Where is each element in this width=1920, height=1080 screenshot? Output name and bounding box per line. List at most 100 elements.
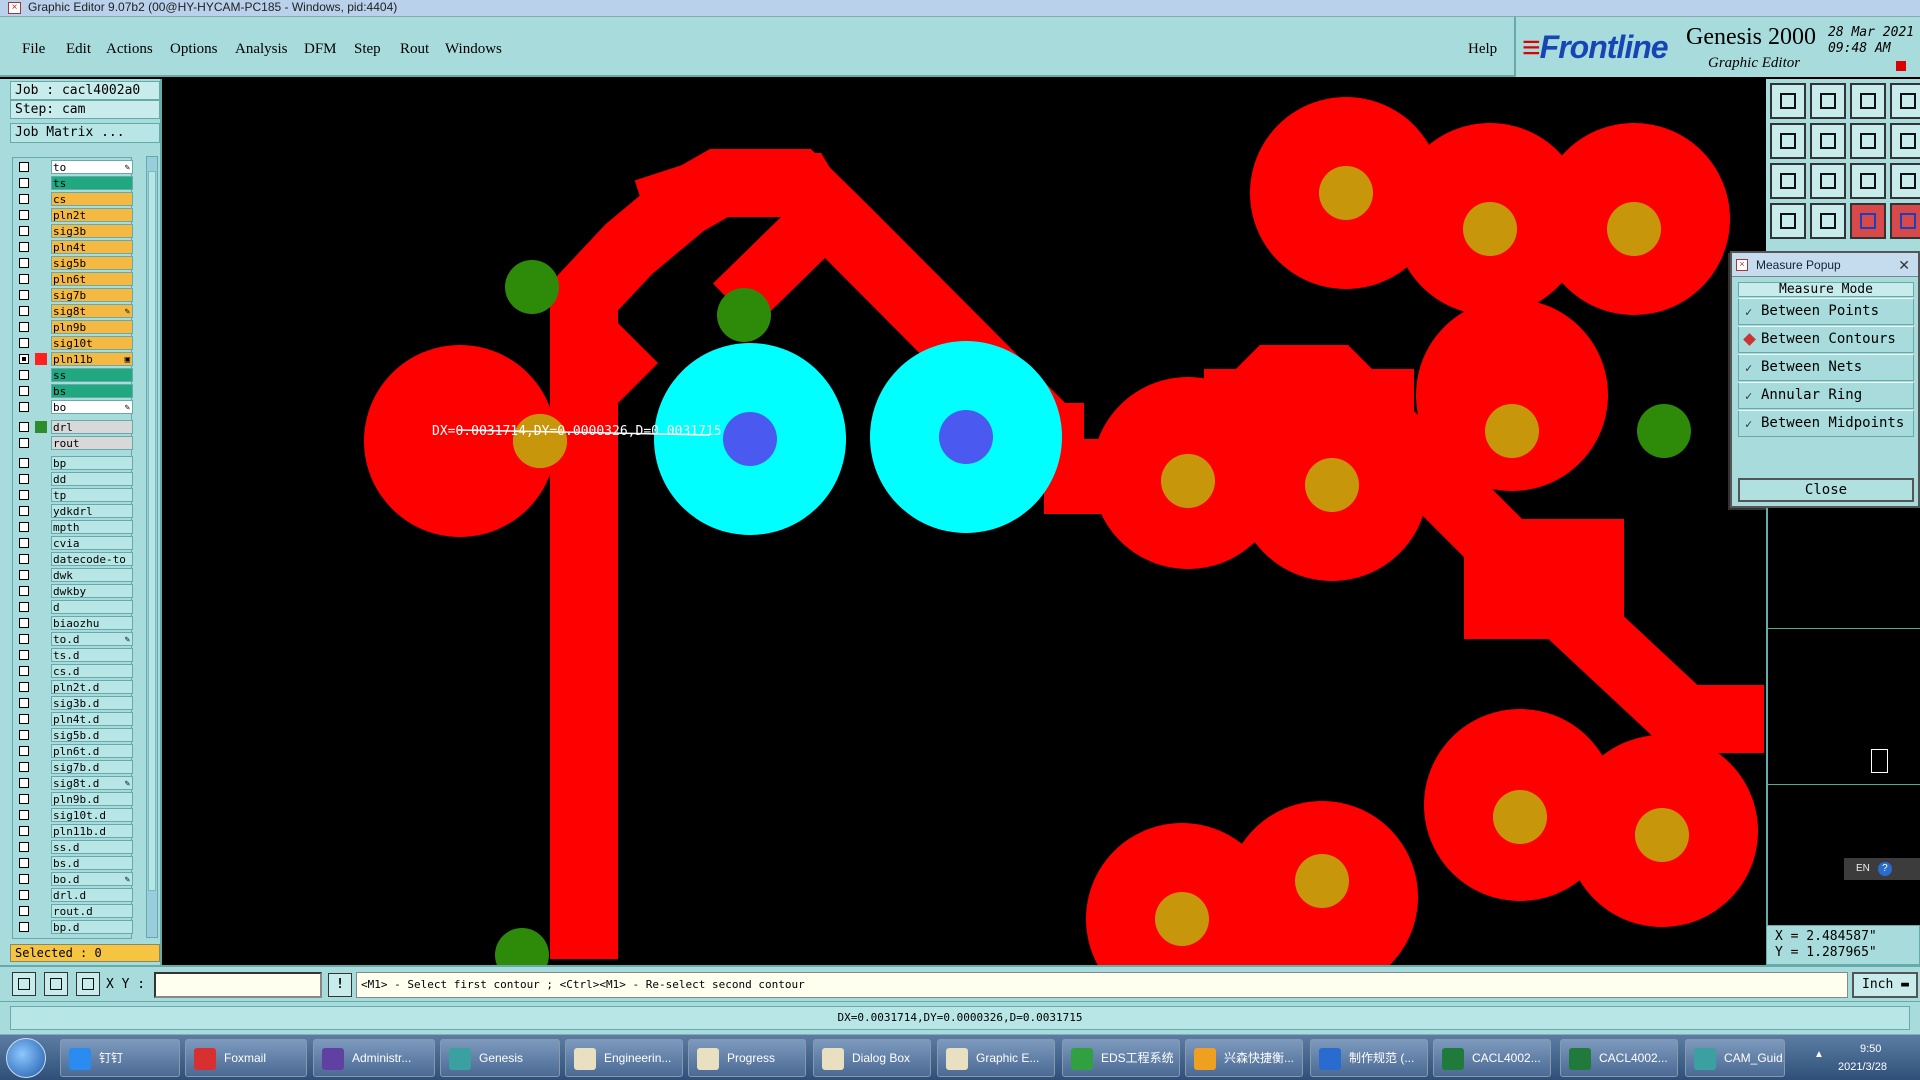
unit-selector[interactable]: Inch ▬ (1852, 972, 1918, 998)
layer-color-swatch[interactable] (35, 353, 47, 365)
layer-row-ss-d[interactable]: ss.d (15, 840, 133, 854)
layer-row-tp[interactable]: tp (15, 488, 133, 502)
layer-name[interactable]: sig3b.d (51, 696, 133, 710)
measure-option-between-points[interactable]: ✓ Between Points (1738, 298, 1914, 325)
xy-input[interactable] (154, 972, 322, 998)
home-icon[interactable] (1850, 83, 1886, 119)
layer-checkbox[interactable] (19, 874, 29, 884)
layer-name[interactable]: sig7b.d (51, 760, 133, 774)
layer-name[interactable]: pln6t (51, 272, 133, 286)
taskbar-button[interactable]: 钉钉 (60, 1039, 180, 1077)
layer-checkbox[interactable] (19, 290, 29, 300)
layer-name[interactable]: dwkby (51, 584, 133, 598)
layer-name[interactable]: drl.d (51, 888, 133, 902)
layer-name[interactable]: sig8t.d ✎ (51, 776, 133, 790)
layer-checkbox[interactable] (19, 178, 29, 188)
layer-row-cs[interactable]: cs (15, 192, 133, 206)
layer-checkbox[interactable] (19, 858, 29, 868)
layer-row-bo-d[interactable]: bo.d ✎ (15, 872, 133, 886)
menu-step[interactable]: Step (354, 41, 381, 58)
layer-row-sig5b[interactable]: sig5b (15, 256, 133, 270)
measure-icon[interactable] (1770, 203, 1806, 239)
measure-option-between-nets[interactable]: ✓ Between Nets (1738, 354, 1914, 381)
scrollbar-thumb[interactable] (148, 171, 156, 891)
layer-row-sig10t-d[interactable]: sig10t.d (15, 808, 133, 822)
overview-viewport-indicator[interactable] (1871, 749, 1888, 773)
select-mode-icon[interactable] (12, 972, 36, 996)
layer-checkbox[interactable] (19, 306, 29, 316)
layer-checkbox[interactable] (19, 842, 29, 852)
pad-center[interactable] (1295, 854, 1349, 908)
taskbar-button[interactable]: Engineerin... (565, 1039, 683, 1077)
layer-name[interactable]: pln11b.d (51, 824, 133, 838)
layer-checkbox[interactable] (19, 490, 29, 500)
menu-windows[interactable]: Windows (445, 41, 502, 58)
pan-right-icon[interactable] (1810, 123, 1846, 159)
pad-center[interactable] (1305, 458, 1359, 512)
pad-center[interactable] (1155, 892, 1209, 946)
layer-checkbox[interactable] (19, 682, 29, 692)
layer-color-swatch[interactable] (35, 421, 47, 433)
layer-name[interactable]: pln11b ▣ (51, 352, 133, 366)
measure-option-annular-ring[interactable]: ✓ Annular Ring (1738, 382, 1914, 409)
snap-mode-icon[interactable] (44, 972, 68, 996)
layer-row-pln11b[interactable]: pln11b ▣ (15, 352, 133, 366)
menu-rout[interactable]: Rout (400, 41, 429, 58)
layer-row-pln2t[interactable]: pln2t (15, 208, 133, 222)
layer-name[interactable]: sig7b (51, 288, 133, 302)
menu-help[interactable]: Help (1468, 41, 1497, 58)
measure-option-between-midpoints[interactable]: ✓ Between Midpoints (1738, 410, 1914, 437)
layer-checkbox[interactable] (19, 474, 29, 484)
close-button[interactable]: Close (1738, 478, 1914, 502)
layer-checkbox[interactable] (19, 210, 29, 220)
layer-row-to-d[interactable]: to.d ✎ (15, 632, 133, 646)
layer-checkbox[interactable] (19, 242, 29, 252)
layer-checkbox[interactable] (19, 746, 29, 756)
layer-name[interactable]: to.d ✎ (51, 632, 133, 646)
layer-checkbox[interactable] (19, 570, 29, 580)
measure-popup-titlebar[interactable]: × Measure Popup ✕ (1732, 253, 1918, 277)
taskbar-button[interactable]: 制作规范 (... (1310, 1039, 1428, 1077)
layer-row-sig8t-d[interactable]: sig8t.d ✎ (15, 776, 133, 790)
layer-checkbox[interactable] (19, 386, 29, 396)
layer-row-biaozhu[interactable]: biaozhu (15, 616, 133, 630)
layer-name[interactable]: sig5b.d (51, 728, 133, 742)
layer-row-mpth[interactable]: mpth (15, 520, 133, 534)
layer-row-cs-d[interactable]: cs.d (15, 664, 133, 678)
layer-name[interactable]: drl (51, 420, 133, 434)
job-matrix-button[interactable]: Job Matrix ... (10, 123, 160, 143)
layer-row-sig8t[interactable]: sig8t ✎ (15, 304, 133, 318)
layer-row-bs[interactable]: bs (15, 384, 133, 398)
layer-name[interactable]: sig3b (51, 224, 133, 238)
layer-row-drl-d[interactable]: drl.d (15, 888, 133, 902)
layer-checkbox[interactable] (19, 554, 29, 564)
copper-pad[interactable] (1416, 299, 1608, 491)
layer-checkbox[interactable] (19, 826, 29, 836)
tray-expand-icon[interactable]: ▲ (1814, 1049, 1824, 1060)
layer-checkbox[interactable] (19, 794, 29, 804)
layer-name[interactable]: mpth (51, 520, 133, 534)
layer-checkbox[interactable] (19, 258, 29, 268)
layer-name[interactable]: cs.d (51, 664, 133, 678)
copper-trace[interactable] (569, 314, 659, 404)
layer-row-sig7b[interactable]: sig7b (15, 288, 133, 302)
layer-name[interactable]: bs (51, 384, 133, 398)
menu-options[interactable]: Options (170, 41, 218, 58)
layer-checkbox[interactable] (19, 370, 29, 380)
layer-name[interactable]: dwk (51, 568, 133, 582)
taskbar-button[interactable]: Administr... (313, 1039, 435, 1077)
menu-analysis[interactable]: Analysis (235, 41, 288, 58)
layer-checkbox[interactable] (19, 778, 29, 788)
layer-name[interactable]: pln2t.d (51, 680, 133, 694)
layer-name[interactable]: ts.d (51, 648, 133, 662)
layer-row-dd[interactable]: dd (15, 472, 133, 486)
layer-checkbox[interactable] (19, 226, 29, 236)
layer-checkbox[interactable] (19, 762, 29, 772)
layer-row-sig3b[interactable]: sig3b (15, 224, 133, 238)
layer-name[interactable]: biaozhu (51, 616, 133, 630)
snap-icon[interactable] (1850, 123, 1886, 159)
layer-name[interactable]: pln9b.d (51, 792, 133, 806)
layer-row-rout-d[interactable]: rout.d (15, 904, 133, 918)
layer-row-pln6t[interactable]: pln6t (15, 272, 133, 286)
zoom-center-icon[interactable] (1810, 163, 1846, 199)
